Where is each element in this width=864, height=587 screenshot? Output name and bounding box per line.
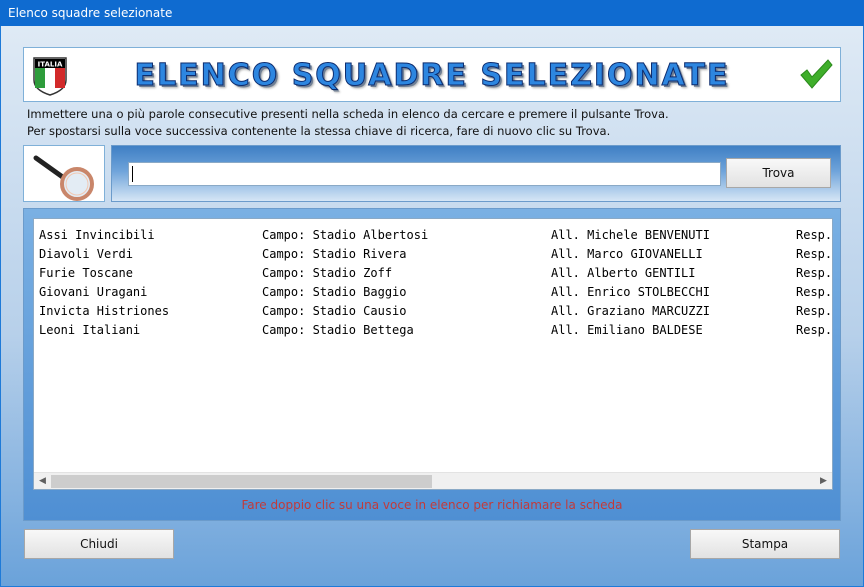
team-coach: All. Marco GIOVANELLI [551,247,703,261]
list-item[interactable]: Diavoli Verdi Campo: Stadio Rivera All. … [34,245,833,264]
team-field: Campo: Stadio Zoff [262,266,393,280]
instruction-line-2: Per spostarsi sulla voce successiva cont… [27,124,611,138]
find-button[interactable]: Trova [726,158,831,188]
team-name: Diavoli Verdi [39,247,133,261]
window-title-bar: Elenco squadre selezionate [0,0,864,26]
team-field: Campo: Stadio Causio [262,304,407,318]
team-manager: Resp. [796,266,833,280]
team-coach: All. Graziano MARCUZZI [551,304,710,318]
list-item[interactable]: Invicta Histriones Campo: Stadio Causio … [34,302,833,321]
scroll-left-arrow-icon[interactable]: ◀ [34,473,51,489]
team-field: Campo: Stadio Rivera [262,247,407,261]
team-coach: All. Enrico STOLBECCHI [551,285,710,299]
team-name: Invicta Histriones [39,304,170,318]
list-item[interactable]: Leoni Italiani Campo: Stadio Bettega All… [34,321,833,340]
search-bar: Trova [111,145,841,202]
page-title: ELENCO SQUADRE SELEZIONATE [134,58,730,94]
list-item[interactable]: Giovani Uragani Campo: Stadio Baggio All… [34,283,833,302]
search-input[interactable] [128,162,721,186]
list-item[interactable]: Assi Invincibili Campo: Stadio Albertosi… [34,226,833,245]
team-manager: Resp. [796,285,833,299]
team-name: Furie Toscane [39,266,133,280]
team-coach: All. Michele BENVENUTI [551,228,710,242]
team-field: Campo: Stadio Baggio [262,285,407,299]
scrollbar-thumb[interactable] [51,475,432,488]
window-title: Elenco squadre selezionate [8,6,173,20]
team-manager: Resp. [796,323,833,337]
double-click-hint: Fare doppio clic su una voce in elenco p… [241,498,623,512]
text-caret [132,166,133,182]
search-image-box [23,145,105,202]
list-panel: Assi Invincibili Campo: Stadio Albertosi… [23,208,841,521]
team-manager: Resp. [796,304,833,318]
check-icon [800,59,833,89]
team-coach: All. Alberto GENTILI [551,266,696,280]
horizontal-scrollbar[interactable]: ◀ ▶ [34,472,832,489]
team-name: Giovani Uragani [39,285,148,299]
team-manager: Resp. [796,228,833,242]
instruction-line-1: Immettere una o più parole consecutive p… [27,107,669,121]
team-field: Campo: Stadio Albertosi [262,228,429,242]
list-item[interactable]: Furie Toscane Campo: Stadio Zoff All. Al… [34,264,833,283]
dialog-body: ITALIA ELENCO SQUADRE SELEZIONATE Immett… [1,26,863,586]
magnifier-icon [33,155,94,201]
team-name: Assi Invincibili [39,228,155,242]
close-button[interactable]: Chiudi [24,529,174,559]
print-button[interactable]: Stampa [690,529,840,559]
teams-listbox[interactable]: Assi Invincibili Campo: Stadio Albertosi… [33,218,833,490]
team-manager: Resp. [796,247,833,261]
team-name: Leoni Italiani [39,323,141,337]
team-field: Campo: Stadio Bettega [262,323,414,337]
team-coach: All. Emiliano BALDESE [551,323,703,337]
header-banner: ITALIA ELENCO SQUADRE SELEZIONATE [23,47,841,102]
scroll-right-arrow-icon[interactable]: ▶ [815,473,832,489]
